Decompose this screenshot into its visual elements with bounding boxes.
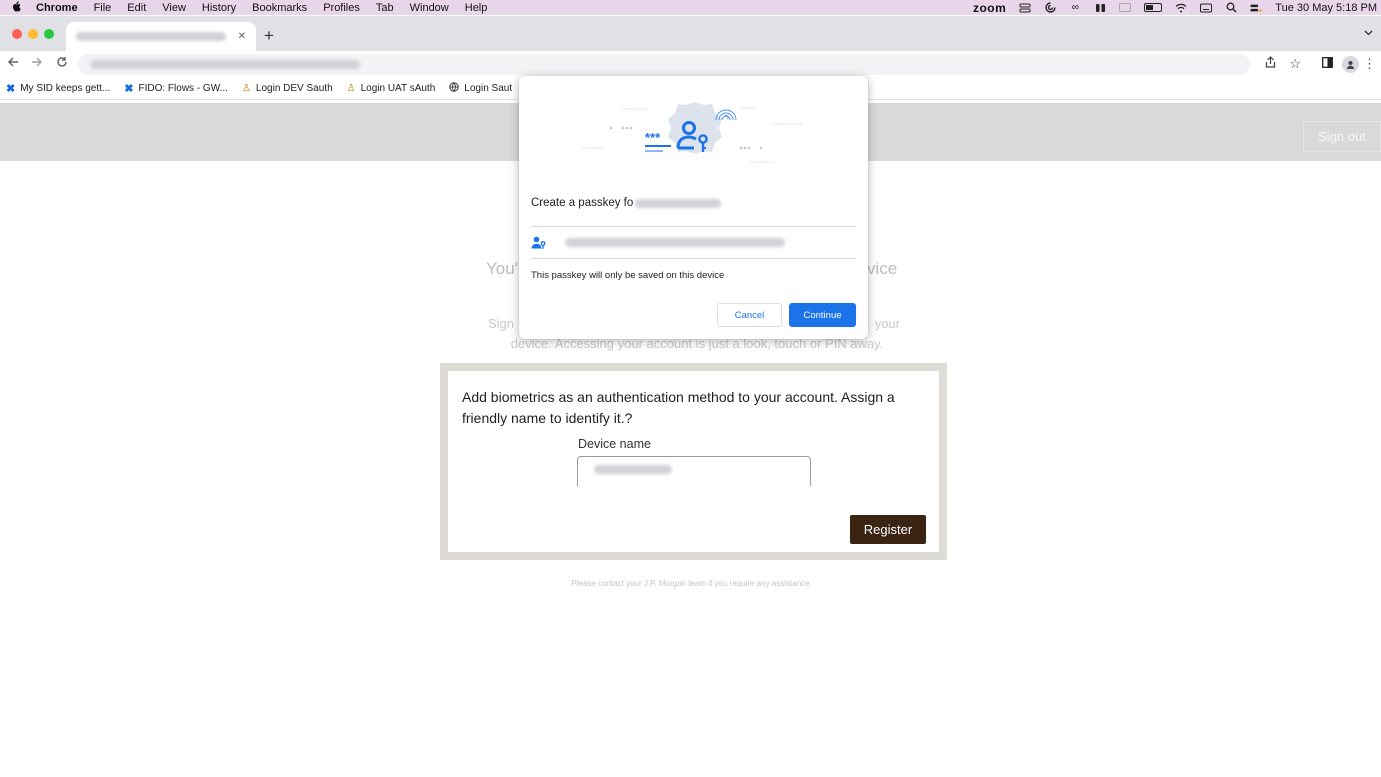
confluence-icon: ✖ xyxy=(6,83,16,95)
bookmark-label: FIDO: Flows - GW... xyxy=(138,83,228,94)
subtitle-line1-left: Sign xyxy=(488,316,515,331)
bookmark-label: Login UAT sAuth xyxy=(360,83,436,94)
person-icon: ♙ xyxy=(241,83,251,94)
account-name-redacted xyxy=(565,238,785,247)
address-bar[interactable] xyxy=(78,54,1250,75)
menu-tab[interactable]: Tab xyxy=(376,2,394,14)
bookmark-item[interactable]: Login Saut xyxy=(449,82,512,95)
tab-title-redacted xyxy=(76,32,226,41)
menu-help[interactable]: Help xyxy=(465,2,488,14)
reload-icon[interactable] xyxy=(56,55,68,71)
menubar-status-area: zoom ∞ Tue 30 May 5:18 PM xyxy=(973,0,1377,15)
passkey-illustration: *** xyxy=(583,102,803,163)
device-name-input[interactable] xyxy=(577,456,811,486)
globe-icon xyxy=(449,82,460,95)
bookmark-item[interactable]: ♙ Login DEV Sauth xyxy=(242,83,333,94)
passkey-account-row[interactable] xyxy=(531,227,856,258)
keyboard-icon[interactable] xyxy=(1200,3,1213,13)
url-redacted xyxy=(90,60,360,69)
bookmark-star-icon[interactable]: ☆ xyxy=(1289,56,1301,72)
menu-window[interactable]: Window xyxy=(410,2,449,14)
biometric-prompt: Add biometrics as an authentication meth… xyxy=(462,389,895,426)
menu-edit[interactable]: Edit xyxy=(127,2,146,14)
window-zoom-button[interactable] xyxy=(44,29,54,39)
person-icon: ♙ xyxy=(346,83,356,94)
infinity-icon[interactable]: ∞ xyxy=(1069,2,1081,13)
passkey-dialog-title: Create a passkey fo xyxy=(531,197,722,209)
dialog-divider-bottom xyxy=(531,258,856,259)
new-tab-button[interactable]: + xyxy=(264,26,274,46)
passkey-dialog: *** Create a passkey fo This passkey wil… xyxy=(519,76,868,339)
cancel-button[interactable]: Cancel xyxy=(717,303,782,327)
browser-tab-strip: ✕ + xyxy=(0,16,1381,51)
person-key-icon xyxy=(531,236,553,249)
display-mirror-icon[interactable] xyxy=(1119,3,1132,13)
menu-profiles[interactable]: Profiles xyxy=(323,2,360,14)
share-icon[interactable] xyxy=(1265,56,1276,71)
active-tab[interactable]: ✕ xyxy=(66,22,256,51)
bookmark-item[interactable]: ♙ Login UAT sAuth xyxy=(347,83,436,94)
passkey-device-note: This passkey will only be saved on this … xyxy=(531,270,725,281)
register-button[interactable]: Register xyxy=(850,515,926,544)
dialog-title-text: Create a passkey fo xyxy=(531,197,634,209)
spotlight-search-icon[interactable] xyxy=(1225,2,1237,13)
side-panel-icon[interactable] xyxy=(1322,56,1333,71)
binoculars-icon[interactable] xyxy=(1094,3,1106,13)
menu-file[interactable]: File xyxy=(94,2,112,14)
window-close-button[interactable] xyxy=(12,29,22,39)
sign-out-button[interactable]: Sign out xyxy=(1303,121,1381,152)
page-heading-right: vice xyxy=(867,259,898,278)
back-arrow-icon[interactable] xyxy=(7,55,19,71)
menu-view[interactable]: View xyxy=(162,2,186,14)
control-center-icon[interactable] xyxy=(1250,3,1262,13)
zoom-status-item[interactable]: zoom xyxy=(973,1,1006,15)
confluence-icon: ✖ xyxy=(124,83,134,95)
profile-avatar-icon[interactable] xyxy=(1342,56,1359,73)
bookmark-label: My SID keeps gett... xyxy=(20,83,111,94)
bookmark-item[interactable]: ✖ FIDO: Flows - GW... xyxy=(124,82,228,95)
device-name-value-redacted xyxy=(594,465,672,474)
bookmark-label: Login Saut xyxy=(464,83,513,94)
svg-text:***: *** xyxy=(645,130,661,145)
tab-search-chevron-icon[interactable] xyxy=(1364,28,1373,39)
window-minimize-button[interactable] xyxy=(28,29,38,39)
chrome-menu-icon[interactable]: ⋮ xyxy=(1363,56,1376,72)
menu-bookmarks[interactable]: Bookmarks xyxy=(252,2,307,14)
page-heading-left: You' xyxy=(486,259,518,278)
dialog-domain-redacted xyxy=(635,198,722,208)
os-menubar: Chrome File Edit View History Bookmarks … xyxy=(0,0,1381,15)
menu-app-chrome[interactable]: Chrome xyxy=(36,2,78,14)
battery-icon[interactable] xyxy=(1144,3,1163,12)
focus-icon[interactable] xyxy=(1019,3,1031,13)
subtitle-line1-right: your xyxy=(874,316,900,331)
menubar-clock[interactable]: Tue 30 May 5:18 PM xyxy=(1275,2,1377,14)
continue-button[interactable]: Continue xyxy=(789,303,856,327)
swirl-app-icon[interactable] xyxy=(1044,2,1056,13)
device-name-label: Device name xyxy=(578,437,651,451)
support-footer-note: Please contact your J.P. Morgan team if … xyxy=(571,579,810,588)
tab-close-icon[interactable]: ✕ xyxy=(238,31,246,42)
forward-arrow-icon[interactable] xyxy=(31,55,43,71)
bookmark-label: Login DEV Sauth xyxy=(255,83,333,94)
wifi-icon[interactable] xyxy=(1175,3,1187,13)
menu-history[interactable]: History xyxy=(202,2,236,14)
apple-menu-icon[interactable] xyxy=(12,0,26,15)
browser-toolbar: ☆ ⋮ xyxy=(0,51,1381,78)
bookmark-item[interactable]: ✖ My SID keeps gett... xyxy=(6,82,110,95)
biometric-registration-card: Add biometrics as an authentication meth… xyxy=(440,363,947,560)
